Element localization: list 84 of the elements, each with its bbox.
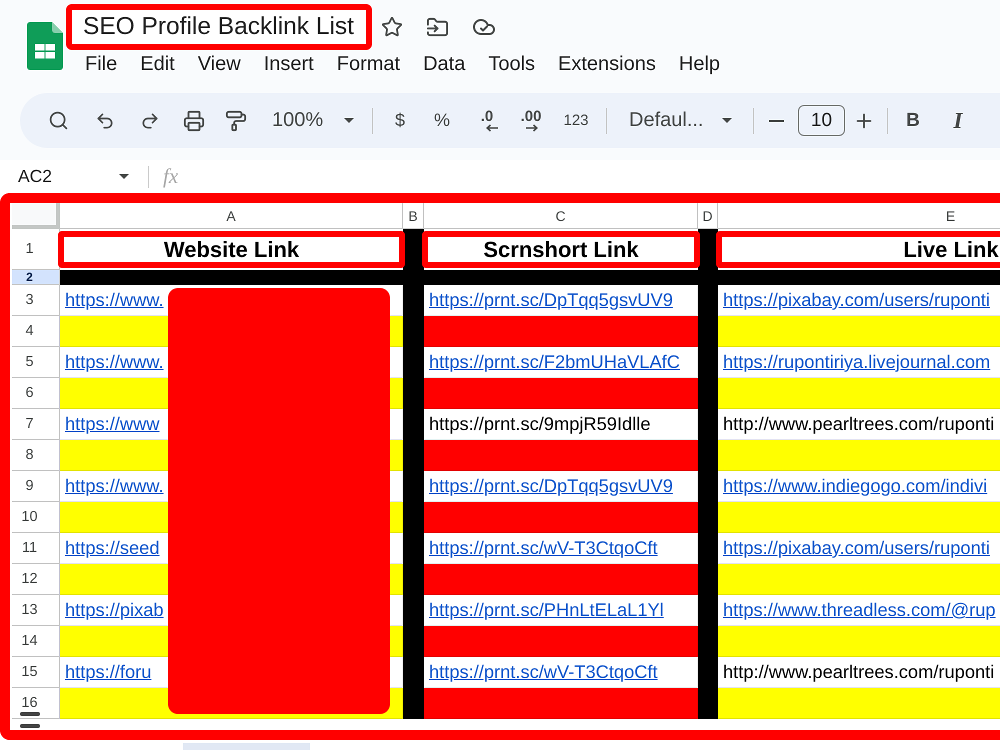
scrollbar[interactable] (183, 743, 310, 750)
url-link[interactable]: https://prnt.sc/DpTqq5gsvUV9 (429, 475, 673, 497)
row-number[interactable]: 1 (12, 229, 60, 270)
row-number[interactable]: 7 (12, 409, 60, 440)
menu-item[interactable]: View (198, 52, 241, 76)
url-link[interactable]: https://rupontiriya.livejournal.com (723, 351, 990, 373)
row-number[interactable]: 5 (12, 347, 60, 378)
italic-button[interactable]: I (931, 100, 985, 140)
app-logo[interactable] (27, 22, 63, 70)
paint-roller-icon (225, 110, 247, 132)
row-number[interactable]: 8 (12, 440, 60, 471)
menu-item[interactable]: Help (678, 52, 720, 76)
url-link[interactable]: https://www. (65, 351, 164, 373)
row-number[interactable]: 12 (12, 564, 60, 595)
url-link[interactable]: https://prnt.sc/wV-T3CtqoCft (429, 661, 658, 683)
url-link[interactable]: https://prnt.sc/DpTqq5gsvUV9 (429, 289, 673, 311)
menu-item[interactable]: Data (423, 52, 466, 76)
undo-icon (95, 110, 115, 130)
url-link[interactable]: https://pixab (65, 599, 164, 621)
search-icon (48, 110, 68, 131)
row-number[interactable]: 2 (12, 270, 60, 285)
star-button[interactable] (380, 16, 403, 38)
font-size-field[interactable]: 10 (798, 105, 845, 136)
url-text: https://prnt.sc/9mpjR59Idlle (429, 413, 651, 435)
zoom-dropdown[interactable]: 100% (256, 100, 362, 140)
name-box[interactable]: AC2 (0, 162, 140, 192)
url-link[interactable]: https://www. (65, 289, 164, 311)
url-link[interactable]: https://pixabay.com/users/ruponti (723, 289, 990, 311)
header-cell: Website Link (58, 231, 405, 268)
url-text: http://www.pearltrees.com/ruponti (723, 661, 994, 683)
currency-button[interactable]: $ (383, 100, 417, 140)
row-number[interactable]: 15 (12, 657, 60, 688)
url-link[interactable]: https://www (65, 413, 160, 435)
row-number[interactable]: 9 (12, 471, 60, 502)
url-link[interactable]: https://prnt.sc/PHnLtELaL1Yl (429, 599, 664, 621)
row-number[interactable]: 4 (12, 316, 60, 347)
minus-icon (768, 120, 784, 122)
star-icon (380, 16, 403, 38)
document-title[interactable]: SEO Profile Backlink List (66, 4, 372, 50)
column-letter[interactable]: A (60, 203, 403, 229)
print-icon (183, 110, 205, 132)
url-link[interactable]: https://www. (65, 475, 164, 497)
url-link[interactable]: https://prnt.sc/wV-T3CtqoCft (429, 537, 658, 559)
decrease-decimal-button[interactable]: .0 (467, 100, 507, 140)
row-number[interactable]: 6 (12, 378, 60, 409)
header-cell: Live Link (716, 231, 1000, 268)
number-format-button[interactable]: 123 (555, 100, 597, 140)
row-number[interactable]: 14 (12, 626, 60, 657)
font-dropdown[interactable]: Defaul... (616, 100, 743, 140)
caret-icon (344, 118, 354, 123)
column-letter[interactable]: C (424, 203, 698, 229)
url-link[interactable]: https://foru (65, 661, 152, 683)
menu-item[interactable]: Edit (140, 52, 175, 76)
row-number[interactable]: 16 (12, 688, 60, 719)
menu-item[interactable]: Format (336, 52, 400, 76)
move-button[interactable] (426, 16, 449, 38)
folder-arrow-icon (426, 16, 449, 38)
drag-handle-icon[interactable] (20, 712, 40, 728)
menu-item[interactable]: Extensions (558, 52, 656, 76)
redo-icon (140, 110, 160, 130)
row-number[interactable]: 13 (12, 595, 60, 626)
url-link[interactable]: https://seed (65, 537, 160, 559)
row-number[interactable]: 10 (12, 502, 60, 533)
menu-item[interactable]: Tools (488, 52, 536, 76)
column-letter[interactable]: D (698, 203, 718, 229)
header-cell: Scrnshort Link (422, 231, 700, 268)
bold-button[interactable]: B (895, 100, 931, 140)
caret-icon (722, 118, 732, 123)
url-text: http://www.pearltrees.com/ruponti (723, 413, 994, 435)
menu-item[interactable]: File (85, 52, 118, 76)
url-link[interactable]: https://www.threadless.com/@rup (723, 599, 996, 621)
right-arrow-icon (526, 124, 538, 132)
function-label: fx (163, 164, 178, 189)
row-number[interactable]: 3 (12, 285, 60, 316)
left-arrow-icon (486, 124, 498, 132)
url-link[interactable]: https://prnt.sc/F2bmUHaVLAfC (429, 351, 680, 373)
increase-decimal-button[interactable]: .00 (507, 100, 555, 140)
menu-item[interactable]: Insert (264, 52, 314, 76)
percent-button[interactable]: % (417, 100, 467, 140)
url-link[interactable]: https://www.indiegogo.com/indivi (723, 475, 988, 497)
url-link[interactable]: https://pixabay.com/users/ruponti (723, 537, 990, 559)
column-letter[interactable]: B (403, 203, 424, 229)
caret-icon (119, 174, 129, 179)
row-number[interactable]: 11 (12, 533, 60, 564)
